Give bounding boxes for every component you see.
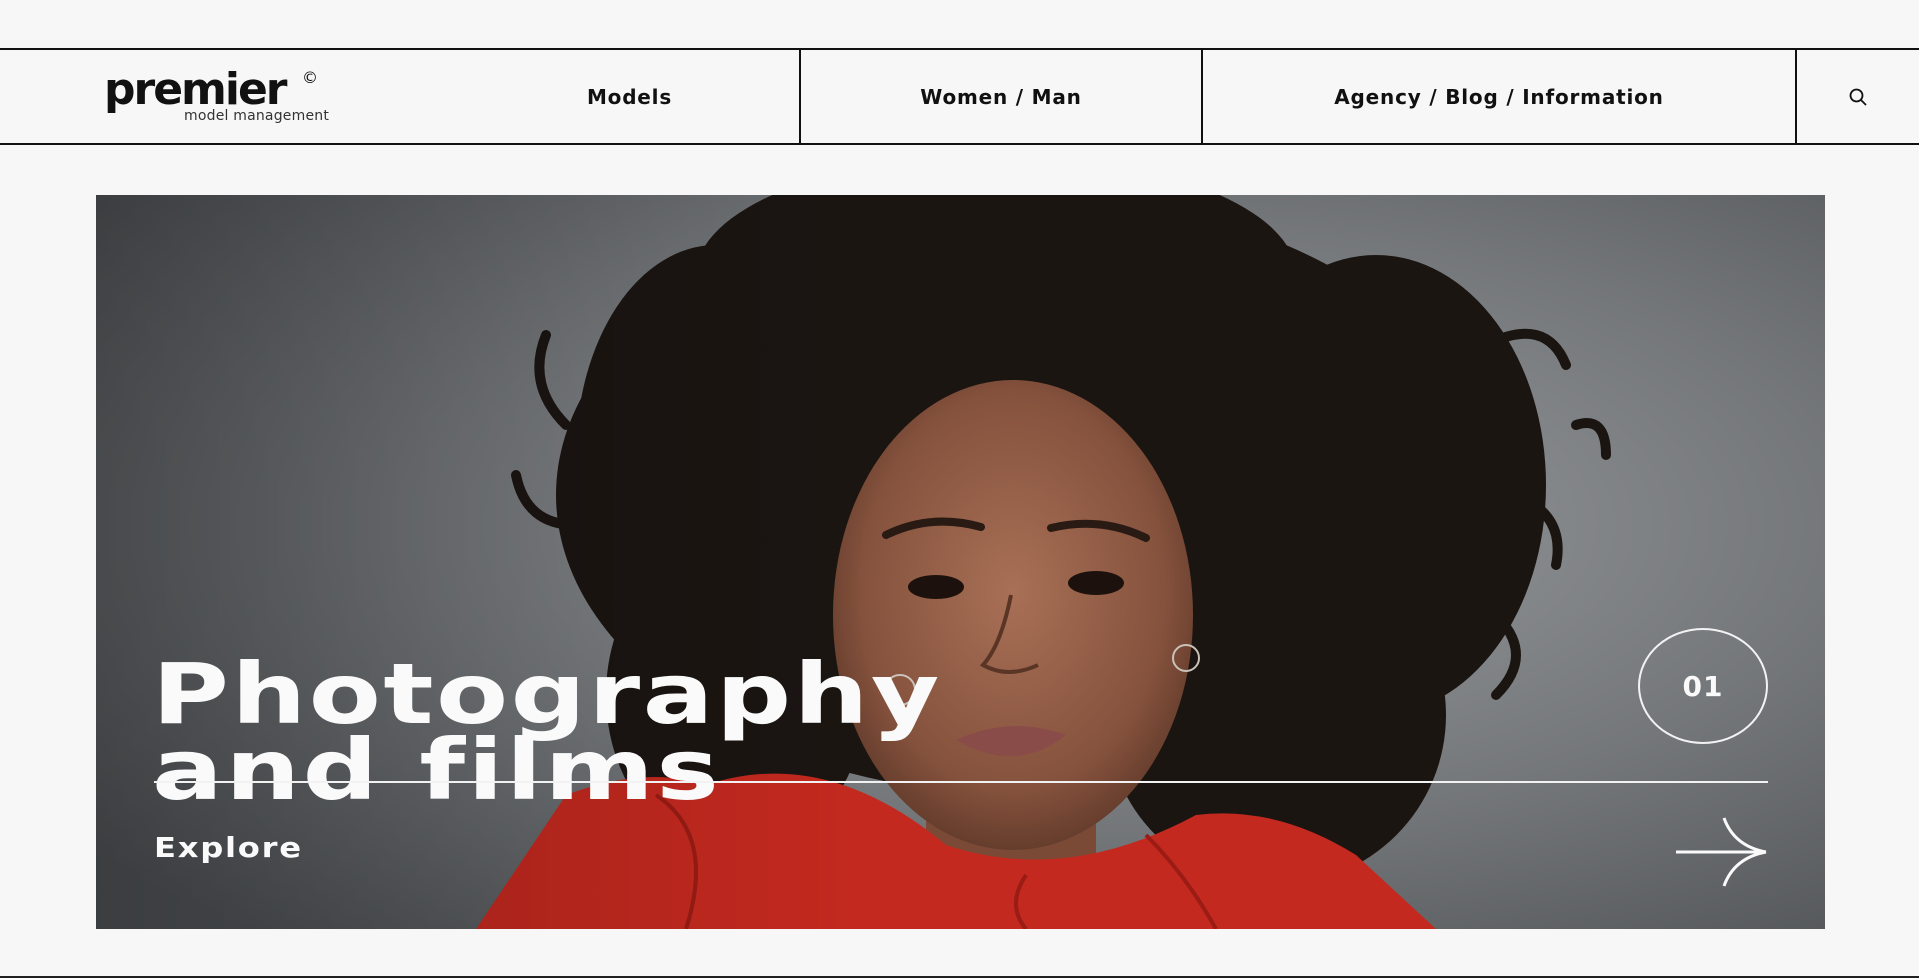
- hero-title: Photography and films: [152, 652, 942, 820]
- search-icon: [1849, 88, 1867, 105]
- explore-link[interactable]: Explore: [154, 831, 303, 864]
- logo-subtitle: model management: [184, 108, 330, 124]
- hero-banner[interactable]: Photography and films 01 Explore: [96, 195, 1825, 929]
- hero-divider: [154, 781, 1768, 783]
- logo-wordmark: premier: [104, 64, 288, 115]
- slide-number-badge: 01: [1638, 628, 1768, 744]
- nav-models[interactable]: Models: [460, 50, 801, 143]
- search-button[interactable]: [1797, 50, 1919, 143]
- copyright-mark: ©: [302, 68, 318, 87]
- hero-title-line-2: and films: [152, 721, 722, 820]
- nav-agency-blog-information[interactable]: Agency / Blog / Information: [1203, 50, 1797, 143]
- arrow-right-icon[interactable]: [1674, 815, 1770, 889]
- nav-women-man[interactable]: Women / Man: [801, 50, 1203, 143]
- brand-logo[interactable]: premier © model management: [0, 50, 460, 143]
- top-navigation: premier © model management Models Women …: [0, 48, 1919, 145]
